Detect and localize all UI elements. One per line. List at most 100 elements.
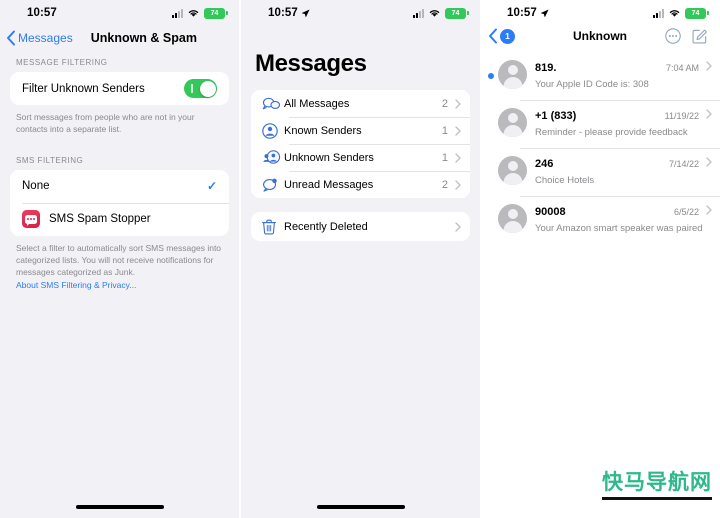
- recently-deleted-row[interactable]: Recently Deleted: [251, 212, 470, 241]
- chevron-right-icon: [706, 157, 712, 167]
- unread-dot-icon: [488, 73, 494, 79]
- sms-filter-option-sms-spam-stopper[interactable]: SMS Spam Stopper: [10, 202, 229, 236]
- filter-label: Unread Messages: [284, 178, 374, 191]
- chevron-right-icon: [706, 205, 712, 215]
- status-bar-time: 10:57: [268, 7, 298, 19]
- cellular-signal-icon: [172, 8, 183, 18]
- status-bar-time: 10:57: [27, 7, 57, 19]
- chevron-right-icon: [455, 179, 461, 190]
- list-item[interactable]: 819. 7:04 AM Your Apple ID Code is: 308: [480, 52, 720, 100]
- status-bar: 10:57 74: [0, 0, 239, 26]
- checkmark-icon: ✓: [206, 179, 217, 194]
- status-bar: 10:57 74: [241, 0, 480, 26]
- panel-unknown-and-spam-settings: 10:57 74 Messages Unknown & Spam MESSAGE: [0, 0, 239, 518]
- chevron-right-icon: [706, 61, 712, 71]
- recently-deleted-label: Recently Deleted: [284, 220, 368, 233]
- conversation-time: 6/5/22: [673, 207, 699, 217]
- sms-filtering-card: None ✓ SMS Spam Stopper: [10, 169, 229, 236]
- conversation-list: 819. 7:04 AM Your Apple ID Code is: 308 …: [480, 52, 720, 244]
- avatar: [498, 108, 527, 137]
- site-watermark: 快马导航网: [602, 466, 712, 500]
- section-header-message-filtering: MESSAGE FILTERING: [16, 58, 108, 67]
- conversation-time: 11/19/22: [664, 111, 699, 121]
- filter-count: 2: [441, 97, 448, 110]
- status-bar-indicators: 74: [413, 7, 469, 19]
- filter-label: Known Senders: [284, 124, 362, 137]
- watermark-text: 快马导航网: [602, 470, 712, 494]
- ellipsis-circle-icon[interactable]: [665, 28, 681, 44]
- home-indicator[interactable]: [316, 505, 405, 509]
- wifi-icon: [429, 10, 440, 17]
- wifi-icon: [669, 10, 680, 17]
- filter-row-unread-messages[interactable]: Unread Messages 2: [251, 171, 470, 198]
- navigation-bar: Messages Unknown & Spam: [0, 26, 239, 58]
- page-title: Messages: [255, 50, 367, 77]
- back-button-messages[interactable]: Messages: [6, 30, 73, 46]
- message-filters-card: All Messages 2 Known Senders 1 Unknown S…: [251, 90, 470, 198]
- status-bar-time: 10:57: [507, 7, 537, 19]
- panel-messages-filters: 10:57 74 Messages All Messages 2 Known S…: [241, 0, 480, 518]
- two-persons-icon: [262, 150, 284, 165]
- filter-unknown-senders-toggle[interactable]: [184, 79, 217, 98]
- sms-filter-option-none-label: None: [22, 180, 50, 193]
- list-item[interactable]: 246 7/14/22 Choice Hotels: [480, 148, 720, 196]
- conversation-preview: Reminder - please provide feedback: [535, 127, 688, 138]
- toggle-on-bar: [191, 84, 193, 93]
- conversation-preview: Your Amazon smart speaker was paired: [535, 223, 703, 234]
- filter-row-unknown-senders[interactable]: Unknown Senders 1: [251, 144, 470, 171]
- filter-count: 1: [441, 151, 448, 164]
- filter-unknown-senders-label: Filter Unknown Senders: [22, 82, 145, 95]
- recently-deleted-card: Recently Deleted: [251, 212, 470, 241]
- status-bar: 10:57 74: [480, 0, 720, 26]
- filter-row-known-senders[interactable]: Known Senders 1: [251, 117, 470, 144]
- conversation-sender: 90008: [535, 206, 566, 218]
- location-arrow-icon: [540, 9, 549, 18]
- panel-unknown-conversations: 10:57 74 1 Unknown 819. 7:04 AM Your App…: [480, 0, 720, 518]
- two-bubbles-icon: [262, 97, 284, 111]
- section-header-sms-filtering: SMS FILTERING: [16, 155, 84, 165]
- avatar: [498, 156, 527, 185]
- wifi-icon: [188, 10, 199, 17]
- conversation-time: 7/14/22: [668, 159, 699, 169]
- chevron-right-icon: [455, 125, 461, 136]
- back-button-label: Messages: [18, 31, 73, 45]
- filter-label: All Messages: [284, 97, 350, 110]
- person-circle-icon: [262, 122, 284, 139]
- message-filtering-card: Filter Unknown Senders: [10, 72, 229, 105]
- conversation-preview: Choice Hotels: [535, 175, 595, 186]
- about-sms-filtering-privacy-link[interactable]: About SMS Filtering & Privacy...: [16, 280, 136, 290]
- list-item[interactable]: +1 (833) 11/19/22 Reminder - please prov…: [480, 100, 720, 148]
- location-arrow-icon: [301, 9, 310, 18]
- sms-spam-stopper-app-icon: [22, 210, 40, 229]
- filter-count: 2: [441, 178, 448, 191]
- cellular-signal-icon: [653, 8, 664, 18]
- chevron-left-icon[interactable]: [488, 28, 498, 44]
- navigation-bar: 1 Unknown: [480, 26, 720, 52]
- sms-filter-option-none[interactable]: None ✓: [10, 170, 229, 203]
- avatar: [498, 60, 527, 89]
- page-title: Unknown & Spam: [90, 31, 197, 45]
- status-bar-indicators: 74: [653, 7, 709, 19]
- conversation-time: 7:04 AM: [665, 63, 699, 73]
- sms-filtering-footnote: Select a filter to automatically sort SM…: [16, 242, 222, 278]
- home-indicator[interactable]: [75, 505, 164, 509]
- filter-unknown-senders-row[interactable]: Filter Unknown Senders: [10, 72, 229, 105]
- three-panel-screenshot: 10:57 74 Messages Unknown & Spam MESSAGE: [0, 0, 720, 518]
- avatar: [498, 204, 527, 233]
- conversation-preview: Your Apple ID Code is: 308: [535, 79, 649, 90]
- status-bar-indicators: 74: [172, 7, 228, 19]
- bubble-dot-icon: [262, 178, 284, 192]
- unread-count-badge[interactable]: 1: [500, 28, 515, 44]
- filter-row-all-messages[interactable]: All Messages 2: [251, 90, 470, 117]
- conversation-sender: 819.: [535, 62, 557, 74]
- battery-indicator: 74: [685, 7, 709, 19]
- list-item[interactable]: 90008 6/5/22 Your Amazon smart speaker w…: [480, 196, 720, 244]
- message-filtering-footnote: Sort messages from people who are not in…: [16, 112, 195, 135]
- chevron-right-icon: [706, 109, 712, 119]
- toggle-knob: [199, 80, 216, 97]
- battery-indicator: 74: [204, 7, 228, 19]
- compose-icon[interactable]: [692, 28, 708, 44]
- watermark-underline: [602, 497, 712, 500]
- chevron-left-icon: [7, 30, 15, 46]
- conversation-sender: +1 (833): [535, 110, 577, 122]
